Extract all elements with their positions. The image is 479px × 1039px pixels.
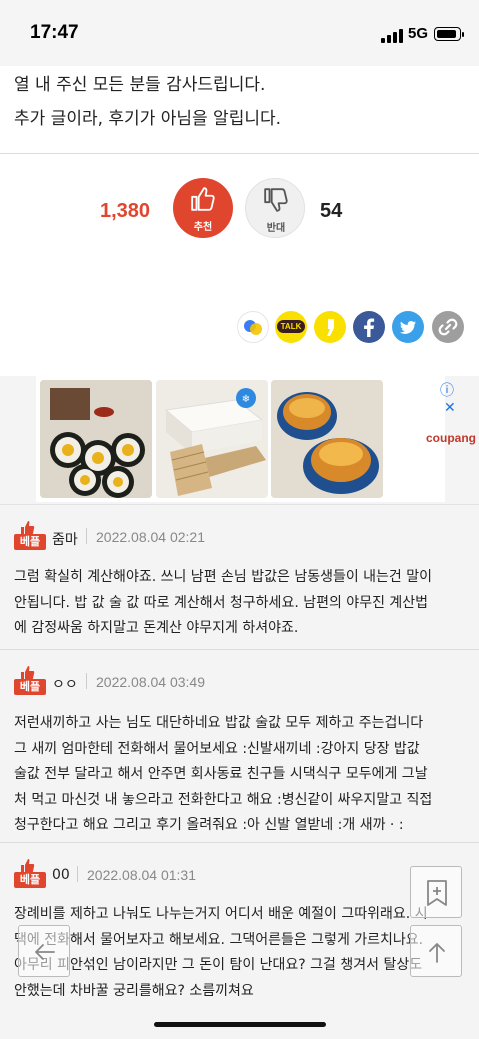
comment-header: 베플 ㅇㅇ 2022.08.04 03:49: [14, 666, 464, 695]
twitter-icon[interactable]: [392, 311, 424, 343]
link-icon[interactable]: [432, 311, 464, 343]
ad-box[interactable]: ❄ ⓘ ✕ coupang: [36, 376, 476, 502]
arrow-left-icon: [35, 944, 55, 960]
comment-body: 장례비를 제하고 나눠도 나누는거지 어디서 배운 예절이 그따위래요. 시 댁…: [14, 902, 466, 1004]
upvote-label: 추천: [193, 222, 213, 233]
home-bar: [0, 996, 479, 1039]
comment-date: 2022.08.04 02:21: [96, 529, 205, 545]
comment-header: 베플 줌마 2022.08.04 02:21: [14, 521, 464, 550]
signal-icon: [381, 29, 403, 43]
comment-date: 2022.08.04 01:31: [87, 867, 196, 883]
ad-image-gimbap[interactable]: [40, 380, 152, 498]
best-badge: 베플: [14, 521, 46, 550]
thumbs-up-icon: [21, 521, 35, 535]
ad-image-cake[interactable]: ❄: [156, 380, 268, 498]
article-line: 열 내 주신 모든 분들 감사드립니다.: [14, 75, 266, 95]
cake-image: ❄: [156, 380, 268, 498]
battery-icon: [434, 27, 464, 41]
ad-brand: coupang: [426, 431, 476, 445]
article-body: 열 내 주신 모든 분들 감사드립니다. 추가 글이라, 후기가 아님을 알립니…: [0, 66, 479, 154]
downvote-button[interactable]: 반대: [245, 178, 305, 238]
comment-list: 베플 줌마 2022.08.04 02:21 그럼 확실히 계산해야죠. 쓰니 …: [0, 504, 479, 999]
best-badge: 베플: [14, 859, 46, 888]
bookmark-add-icon: [427, 880, 447, 906]
comment-author: 줌마: [52, 532, 78, 548]
svg-text:❄: ❄: [242, 394, 250, 405]
comment-line: 아무리 피안섞인 남이라지만 그 돈이 탐이 난대요? 그걸 챙겨서 탈상도: [14, 957, 423, 973]
best-badge-label: 베플: [14, 679, 46, 695]
tart-image: [271, 380, 383, 498]
thumbs-up-icon: [191, 187, 215, 211]
status-bar: 17:47 5G: [0, 0, 479, 66]
comment-body: 저런새끼하고 사는 님도 대단하네요 밥값 술값 모두 제하고 주는겁니다 그 …: [14, 711, 466, 839]
comment-body: 그럼 확실히 계산해야죠. 쓰니 남편 손님 밥값은 남동생들이 내는건 말이 …: [14, 565, 466, 642]
thumbs-up-icon: [21, 859, 35, 873]
comment-item: 베플 ㅇㅇ 2022.08.04 03:49 저런새끼하고 사는 님도 대단하네…: [0, 650, 479, 843]
info-icon[interactable]: ⓘ: [440, 383, 454, 399]
comment-item: 베플 00 2022.08.04 01:31 장례비를 제하고 나눠도 나누는거…: [0, 843, 479, 999]
share-icon[interactable]: [237, 311, 269, 343]
ad-banner: ❄ ⓘ ✕ coupang: [0, 376, 479, 504]
vote-area: 1,380 추천 반대 54 TALK: [0, 154, 479, 376]
comment-item: 베플 줌마 2022.08.04 02:21 그럼 확실히 계산해야죠. 쓰니 …: [0, 505, 479, 650]
twitter-glyph: [400, 321, 416, 334]
comment-line: 술값 전부 달라고 해서 안주면 회사동료 친구들 시댁식구 모두에게 그날: [14, 766, 428, 782]
comment-author: ㅇㅇ: [52, 677, 78, 693]
comment-line: 그 새끼 엄마한테 전화해서 물어보세요 :신발새끼네 :강아지 당장 밥값: [14, 740, 420, 757]
divider: [86, 673, 87, 689]
comment-line: 그럼 확실히 계산해야죠. 쓰니 남편 손님 밥값은 남동생들이 내는건 말이: [14, 569, 433, 585]
comment-date: 2022.08.04 03:49: [96, 674, 205, 690]
status-time: 17:47: [30, 22, 79, 43]
facebook-icon[interactable]: [353, 311, 385, 343]
close-icon[interactable]: ✕: [444, 400, 456, 416]
link-glyph: [438, 318, 458, 336]
kakaostory-glyph: [327, 319, 334, 336]
scroll-top-button[interactable]: [410, 925, 462, 977]
kakaotalk-icon[interactable]: TALK: [275, 311, 307, 343]
network-label: 5G: [408, 25, 429, 42]
comment-author: 00: [52, 867, 70, 883]
comment-line: 댁에 전화해서 물어보자고 해보세요. 그댁어른들은 그렇게 가르치나요.: [14, 931, 424, 948]
comment-line: 처 먹고 마신것 내 놓으라고 전화한다고 해요 :병신같이 싸우지말고 직접: [14, 791, 433, 808]
facebook-glyph: [364, 318, 375, 337]
home-indicator[interactable]: [154, 1022, 326, 1027]
divider: [77, 866, 78, 882]
best-badge-label: 베플: [14, 872, 46, 888]
comment-line: 저런새끼하고 사는 님도 대단하네요 밥값 술값 모두 제하고 주는겁니다: [14, 715, 424, 731]
thumbs-up-icon: [21, 666, 35, 680]
back-button[interactable]: [18, 925, 70, 977]
divider: [86, 528, 87, 544]
comment-line: 안됩니다. 밥 값 술 값 따로 계산해서 청구하세요. 남편의 야무진 계산법: [14, 594, 429, 611]
comment-line: 청구한다고 해요 그리고 후기 올려줘요 :아 신발 열받네 :개 새까 · :: [14, 817, 404, 833]
comment-header: 베플 00 2022.08.04 01:31: [14, 859, 464, 888]
upvote-count: 1,380: [100, 200, 151, 222]
thumbs-down-icon: [264, 188, 288, 212]
downvote-count: 54: [320, 200, 343, 222]
kakaostory-icon[interactable]: [314, 311, 346, 343]
gimbap-image: [40, 380, 152, 498]
bookmark-button[interactable]: [410, 866, 462, 918]
kakaotalk-label: TALK: [276, 320, 306, 333]
arrow-up-icon: [429, 943, 445, 963]
downvote-label: 반대: [266, 223, 286, 234]
comment-line: 에 감정싸움 하지말고 돈계산 야무지게 하셔야죠.: [14, 620, 299, 636]
upvote-button[interactable]: 추천: [173, 178, 233, 238]
ad-image-tart[interactable]: [271, 380, 383, 498]
best-badge: 베플: [14, 666, 46, 695]
article-line: 추가 글이라, 후기가 아님을 알립니다.: [14, 109, 282, 129]
ad-close[interactable]: ⓘ ✕: [440, 380, 456, 416]
share-dots-icon: [244, 320, 262, 335]
comment-line: 장례비를 제하고 나눠도 나누는거지 어디서 배운 예절이 그따위래요. 시: [14, 906, 428, 922]
best-badge-label: 베플: [14, 534, 46, 550]
